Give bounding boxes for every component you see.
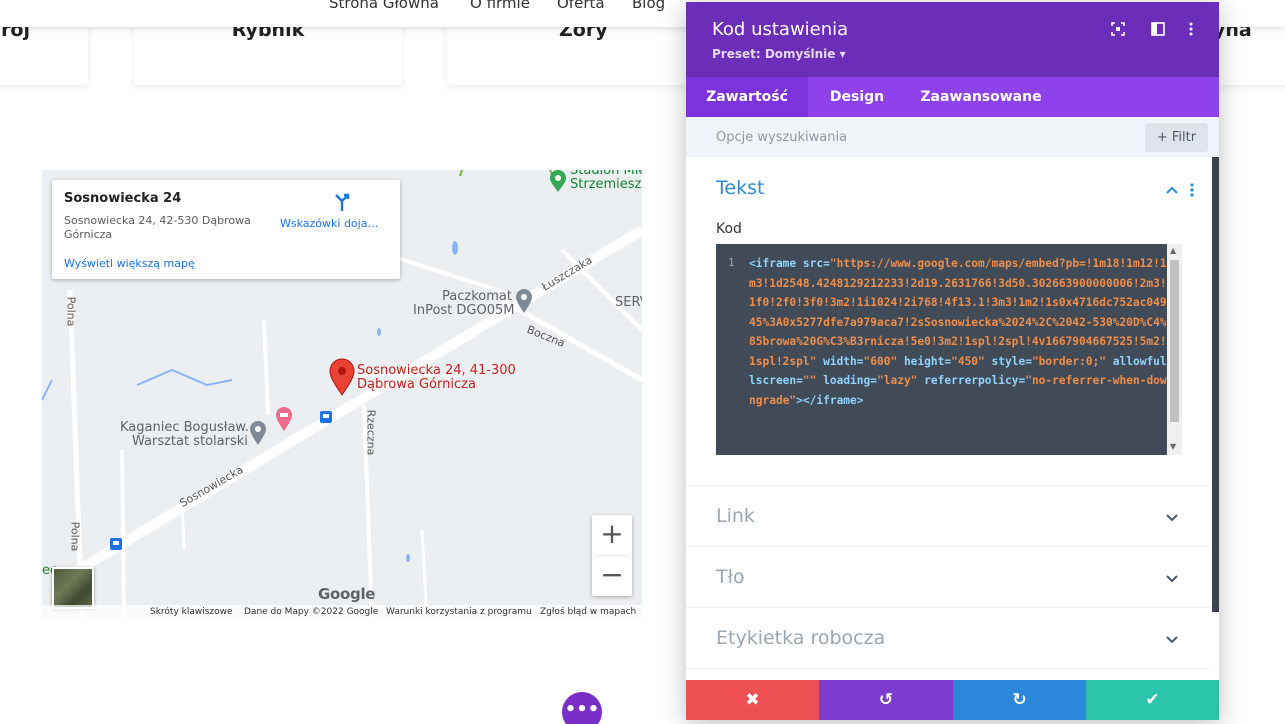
scroll-up-icon[interactable]: ▲ [1170,246,1176,255]
code-token: "https://www.google.com/maps/embed?pb=!1… [749,257,1167,368]
poi-kaganiec-label: Kaganiec Bogusław. [120,420,249,435]
panel-scrollbar[interactable] [1212,157,1219,612]
zoom-out-button[interactable]: − [592,556,632,596]
split-view-icon[interactable] [1150,21,1166,37]
code-token: style= [984,354,1032,368]
options-search[interactable]: Opcje wyszukiwania + Filtr [686,117,1219,157]
editor-scrollbar[interactable]: ▲ ▼ [1167,244,1182,455]
poi-serv-label: SERV [615,295,642,310]
chevron-down-icon[interactable] [1164,570,1180,586]
panel-footer: ✖ ↺ ↻ ✔ [686,680,1219,720]
code-token: loading= [816,374,877,387]
section-background[interactable]: Tło [686,547,1212,608]
map-data-text: Dane do Mapy ©2022 Google [244,607,379,617]
stadium-marker-icon[interactable] [547,170,569,194]
code-token: width= [816,354,864,368]
chevron-down-icon[interactable] [1164,509,1180,525]
search-placeholder: Opcje wyszukiwania [716,130,848,145]
code-field-label: Kod [716,221,742,237]
street-label: Rzeczna [364,409,378,456]
directions-icon[interactable] [332,192,352,212]
poi-paczkomat-label: Paczkomat [442,289,512,304]
keyboard-shortcuts-link[interactable]: Skróty klawiszowe [150,605,233,620]
line-number: 1 [728,256,735,269]
code-token: "600" [863,354,898,368]
section-title: Etykietka robocza [716,627,886,649]
hotel-marker-icon[interactable] [274,406,294,432]
bus-stop-icon[interactable] [319,410,333,424]
page: Strona Główna O firmie Oferta Blog roj R… [0,0,1285,724]
code-token: "border:0;" [1031,354,1107,368]
section-admin-label[interactable]: Etykietka robocza [686,608,1212,669]
panel-title: Kod ustawienia [712,19,849,40]
chevron-down-icon[interactable] [1164,631,1180,647]
poi-stadium-label-2: Strzemieszy [570,177,642,192]
street-label: Polna [68,521,82,552]
preset-selector[interactable]: Preset: Domyślnie ▾ [712,47,846,61]
terms-link[interactable]: Warunki korzystania z programu [386,605,532,620]
code-token: "450" [951,354,985,368]
code-token: "lazy" [877,374,918,387]
poi-paczkomat-label-2: InPost DGO05M [413,303,515,318]
more-options-button[interactable]: ••• [562,692,602,724]
street-label: Polna [64,296,78,327]
panel-tabs: Zawartość Design Zaawansowane [686,77,1219,117]
section-title[interactable]: Tekst [716,177,764,199]
code-token: src= [796,257,830,270]
zoom-controls: + − [592,515,632,596]
code-token: <iframe [749,257,797,270]
code-token: ></iframe> [796,393,864,407]
google-logo: Google [318,585,376,603]
location-pin-icon[interactable] [328,358,356,396]
editor-gutter: 1 [716,244,746,455]
nav-home[interactable]: Strona Główna [329,0,439,12]
section-menu-icon[interactable] [1188,182,1196,198]
code-token: height= [897,354,952,368]
undo-button[interactable]: ↺ [819,680,953,720]
tab-design[interactable]: Design [808,77,906,117]
nav-about[interactable]: O firmie [470,0,530,12]
panel-header: Kod ustawienia Preset: Domyślnie ▾ [686,2,1219,77]
fullscreen-icon[interactable] [1110,21,1126,37]
view-larger-map-link[interactable]: Wyświetl większą mapę [64,257,195,270]
nav-offer[interactable]: Oferta [557,0,605,12]
code-token: referrerpolicy= [917,374,1026,387]
poi-kaganiec-label-2: Warsztat stolarski [132,434,248,449]
editor-scroll-thumb[interactable] [1170,260,1179,422]
workshop-marker-icon[interactable] [248,420,268,446]
more-vertical-icon[interactable] [1183,21,1199,37]
report-error-link[interactable]: Zgłoś błąd w mapach [540,605,636,620]
pin-address-label: Sosnowiecka 24, 41-300 [357,363,516,378]
tab-content[interactable]: Zawartość [686,77,808,117]
bus-stop-icon[interactable] [109,537,123,551]
code-content[interactable]: <iframe src="https://www.google.com/maps… [749,254,1167,410]
redo-button[interactable]: ↻ [953,680,1086,720]
place-info-card: Sosnowiecka 24 Sosnowiecka 24, 42-530 Dą… [52,180,400,279]
section-title: Link [716,505,755,527]
module-settings-panel: Kod ustawienia Preset: Domyślnie ▾ Zawar… [686,2,1219,720]
satellite-toggle[interactable] [52,567,94,609]
place-address: Sosnowiecka 24, 42-530 Dąbrowa Górnicza [64,214,251,241]
map-attribution: Skróty klawiszowe Dane do Mapy ©2022 Goo… [42,605,642,620]
code-editor[interactable]: 1 <iframe src="https://www.google.com/ma… [716,244,1182,455]
nav-blog[interactable]: Blog [632,0,665,12]
chevron-up-icon[interactable] [1164,182,1180,198]
save-button[interactable]: ✔ [1086,680,1219,720]
paczkomat-marker-icon[interactable] [514,288,534,314]
google-map[interactable]: Sosnowiecka 24 Sosnowiecka 24, 42-530 Dą… [42,170,642,620]
code-token: "" [802,374,817,387]
section-link[interactable]: Link [686,486,1212,547]
zoom-in-button[interactable]: + [592,515,632,555]
tab-advanced[interactable]: Zaawansowane [906,77,1056,117]
directions-link[interactable]: Wskazówki doja… [280,217,378,230]
section-title: Tło [716,566,745,588]
place-title: Sosnowiecka 24 [64,191,182,206]
pin-address-label-2: Dąbrowa Górnicza [357,377,476,392]
cancel-button[interactable]: ✖ [686,680,819,720]
filter-button[interactable]: + Filtr [1145,123,1208,152]
scroll-down-icon[interactable]: ▼ [1170,442,1176,451]
